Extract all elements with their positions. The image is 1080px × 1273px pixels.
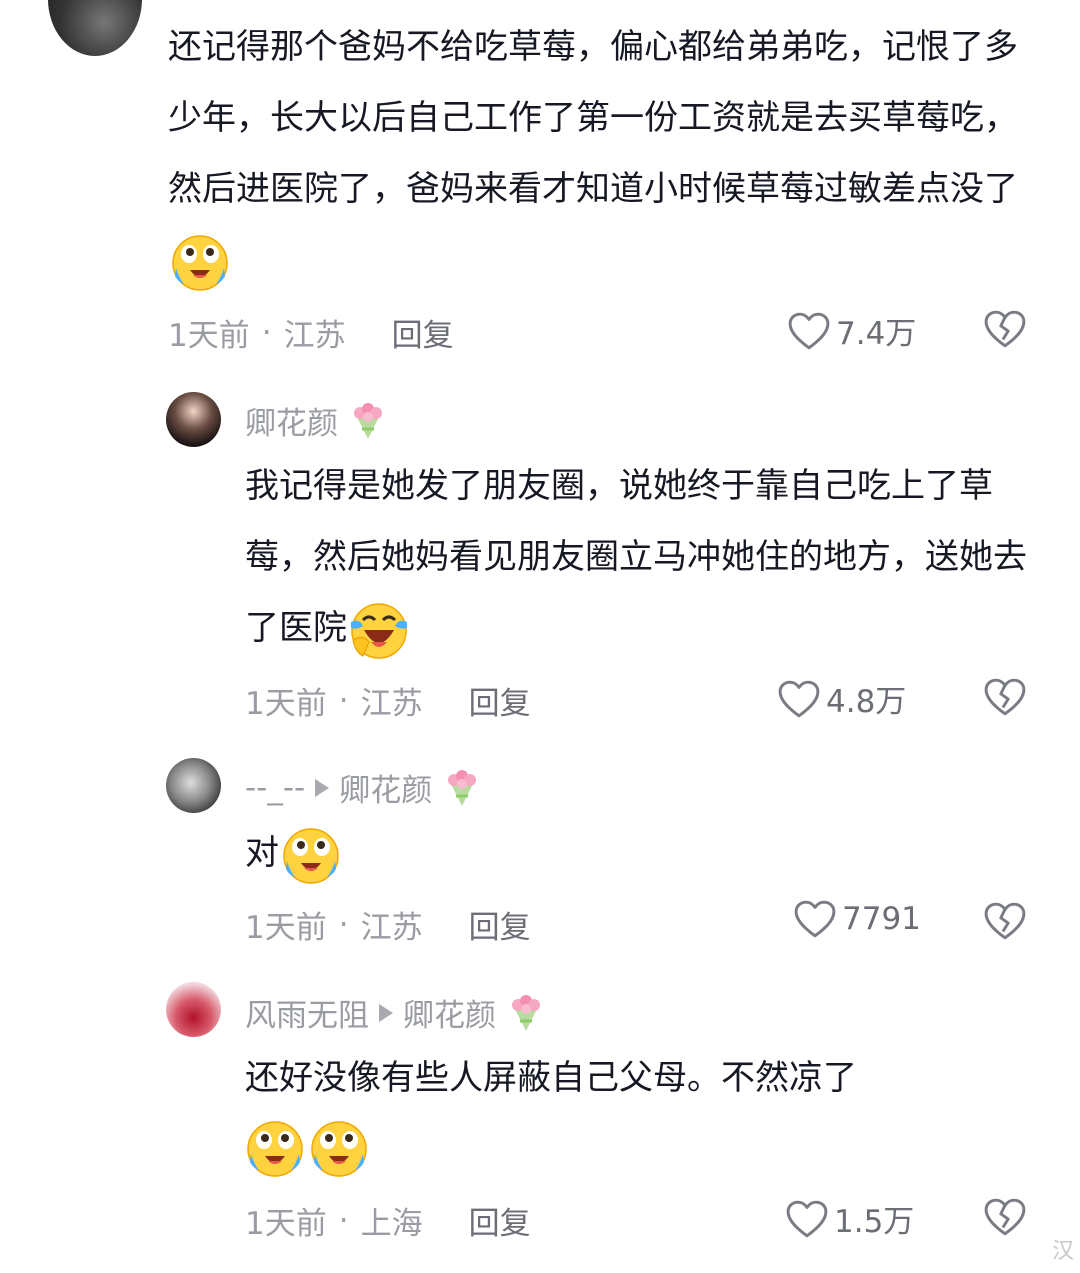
laughing-crying-face-emoji-icon	[349, 602, 409, 659]
reply-username-3[interactable]: 风雨无阻 卿花颜	[245, 990, 546, 1035]
like-count: 7.4万	[836, 316, 917, 352]
reply-meta-1: 1天前 · 江苏 回复	[245, 678, 531, 723]
comment-time: 1天前	[245, 686, 327, 722]
dislike-broken-heart-icon[interactable]	[984, 310, 1026, 348]
reply-avatar-3[interactable]	[166, 982, 221, 1037]
reply-emoji-row-3	[243, 1118, 369, 1178]
bouquet-icon	[446, 768, 478, 807]
reply-username-1[interactable]: 卿花颜	[245, 398, 388, 443]
like-button[interactable]: 4.8万	[778, 676, 906, 721]
reply-avatar-1[interactable]	[166, 392, 221, 447]
dislike-broken-heart-icon[interactable]	[984, 678, 1026, 716]
dislike-broken-heart-icon[interactable]	[984, 902, 1026, 940]
comment-time: 1天前	[245, 1206, 327, 1242]
like-count: 7791	[842, 901, 921, 937]
reply-body-3: 还好没像有些人屏蔽自己父母。不然凉了	[245, 1058, 857, 1098]
bouquet-icon	[352, 401, 384, 440]
like-button[interactable]: 1.5万	[786, 1196, 914, 1241]
dislike-broken-heart-icon[interactable]	[984, 1198, 1026, 1236]
comment-location: 江苏	[283, 318, 346, 354]
reply-meta-2: 1天前 · 江苏 回复	[245, 902, 531, 947]
reply-button[interactable]: 回复	[392, 310, 454, 355]
comment-location: 江苏	[360, 686, 423, 722]
reply-button[interactable]: 回复	[469, 678, 531, 723]
main-comment-body: 还记得那个爸妈不给吃草莓，偏心都给弟弟吃，记恨了多少年，长大以后自己工作了第一份…	[168, 27, 1018, 209]
reply-text-3: 还好没像有些人屏蔽自己父母。不然凉了	[245, 1043, 1045, 1114]
like-button[interactable]: 7791	[794, 900, 921, 938]
reply-meta-3: 1天前 · 上海 回复	[245, 1198, 531, 1243]
reply-body-2: 对	[245, 833, 279, 873]
heart-icon	[794, 900, 836, 938]
crying-face-emoji-icon	[172, 234, 228, 291]
like-count: 1.5万	[834, 1204, 915, 1240]
reply-to-username[interactable]: 卿花颜	[339, 765, 432, 810]
reply-arrow-icon	[379, 1003, 393, 1022]
heart-icon	[778, 680, 820, 717]
main-comment-text: 还记得那个爸妈不给吃草莓，偏心都给弟弟吃，记恨了多少年，长大以后自己工作了第一份…	[168, 12, 1048, 296]
crying-face-emoji-icon	[247, 1121, 303, 1177]
bouquet-icon	[510, 993, 542, 1032]
like-button[interactable]: 7.4万	[788, 308, 916, 353]
reply-button[interactable]: 回复	[469, 1198, 531, 1243]
reply-arrow-icon	[315, 778, 330, 797]
crying-face-emoji-icon	[283, 827, 339, 884]
crying-face-emoji-icon	[311, 1121, 367, 1177]
main-comment-meta: 1天前 · 江苏 回复	[168, 310, 454, 355]
comment-location: 上海	[360, 1206, 423, 1242]
like-count: 4.8万	[826, 684, 907, 720]
reply-username-2[interactable]: --_-- 卿花颜	[245, 765, 482, 810]
reply-text-2: 对	[245, 818, 1045, 889]
reply-button[interactable]: 回复	[469, 902, 531, 947]
main-comment-avatar[interactable]	[48, 0, 142, 56]
heart-icon	[788, 312, 830, 349]
heart-icon	[786, 1200, 828, 1237]
reply-text-1: 我记得是她发了朋友圈，说她终于靠自己吃上了草莓，然后她妈看见朋友圈立马冲她住的地…	[245, 451, 1045, 664]
comment-time: 1天前	[245, 910, 327, 946]
reply-avatar-2[interactable]	[166, 758, 221, 813]
watermark: 汉	[1051, 1239, 1074, 1264]
reply-to-username[interactable]: 卿花颜	[403, 990, 496, 1035]
comment-time: 1天前	[168, 318, 250, 354]
comment-location: 江苏	[360, 910, 423, 946]
